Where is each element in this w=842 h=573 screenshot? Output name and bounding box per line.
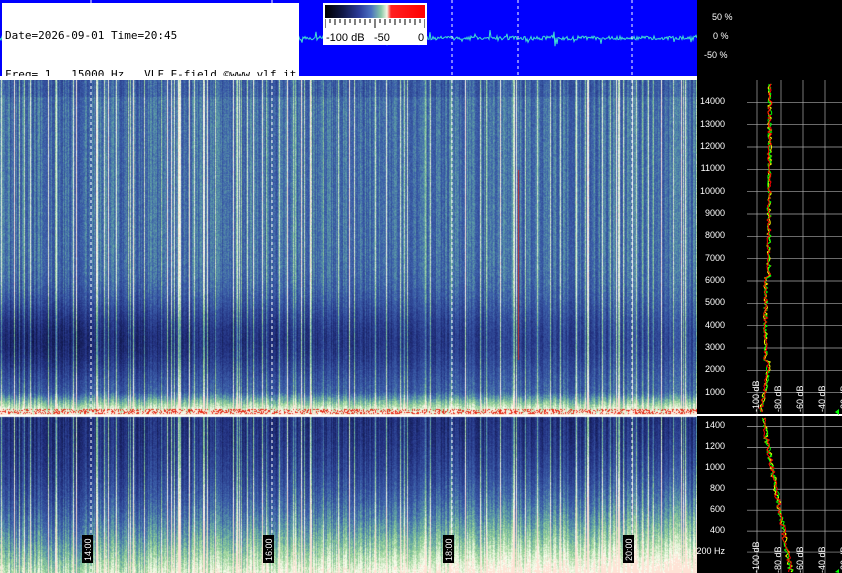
time-label-text: 20:00 xyxy=(624,538,634,561)
time-label: 14:00 xyxy=(82,535,93,563)
spectrum-marker xyxy=(835,569,839,573)
time-label-text: 14:00 xyxy=(83,538,93,561)
waveform-panel: Date=2026-09-01 Time=20:45 Freq= 1...150… xyxy=(0,0,697,76)
colorbar-gradient xyxy=(325,5,425,18)
spectrum-db-label: -100 dB xyxy=(751,380,761,412)
spectrogram-grid: 14:00 16:00 18:00 20:00 xyxy=(82,80,634,573)
info-box: Date=2026-09-01 Time=20:45 Freq= 1...150… xyxy=(2,3,300,76)
spectrum-db-label: -100 dB xyxy=(751,541,761,573)
date-time-label: Date=2026-09-01 Time=20:45 xyxy=(5,29,178,42)
waveform-scale-minus50: -50 % xyxy=(704,50,728,60)
spectrum-db-label: -60 dB xyxy=(795,385,805,412)
spectrum-db-label: -40 dB xyxy=(817,385,827,412)
time-label-text: 18:00 xyxy=(444,538,454,561)
colorbar-label-mid: -50 xyxy=(374,32,390,44)
spectrum-grid xyxy=(747,80,842,573)
spectrum-db-label: -80 dB xyxy=(773,385,783,412)
spectrum-db-label: -60 dB xyxy=(795,546,805,573)
frequency-label: Freq= 1...15000 Hz VLF E-field ©www.vlf.… xyxy=(5,68,297,76)
time-label: 18:00 xyxy=(443,535,454,563)
spectrum-db-label: -40 dB xyxy=(817,546,827,573)
time-label: 20:00 xyxy=(623,535,634,563)
time-label-text: 16:00 xyxy=(264,538,274,561)
colorbar: -100 dB -50 0 xyxy=(323,3,427,45)
colorbar-label-max: 0 xyxy=(418,32,425,44)
time-label: 16:00 xyxy=(263,535,274,563)
colorbar-ticks xyxy=(325,19,425,28)
waveform-scale-0: 0 % xyxy=(713,31,729,41)
spectrum-db-label: -80 dB xyxy=(773,546,783,573)
waveform-scale-50: 50 % xyxy=(712,12,733,22)
colorbar-label-min: -100 dB xyxy=(326,32,365,44)
spectrum-profile: -100 dB -80 dB -60 dB -40 dB -20 dB-100 dB -8… xyxy=(697,80,842,573)
